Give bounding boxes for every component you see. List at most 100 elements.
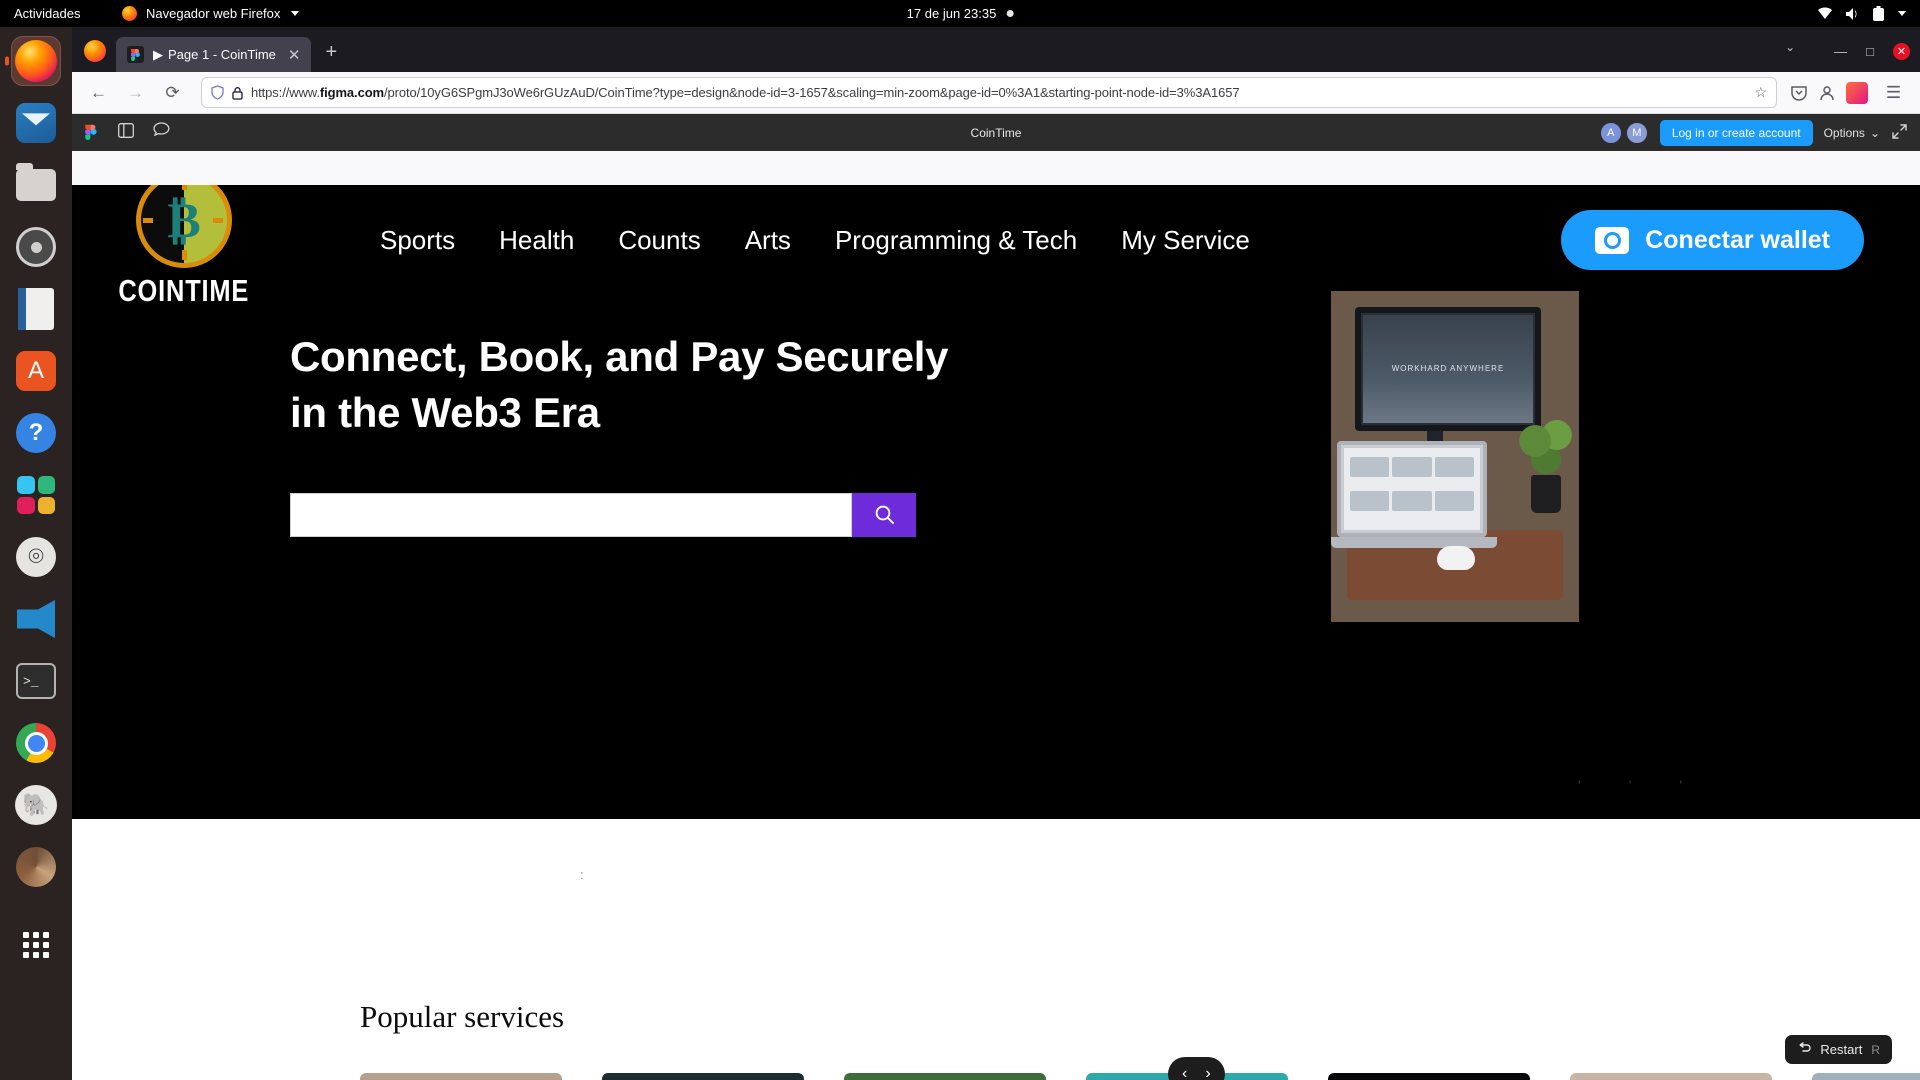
carousel-next-button[interactable]: › xyxy=(1205,1065,1210,1080)
reload-button[interactable]: ⟳ xyxy=(157,77,188,108)
url-domain: figma.com xyxy=(319,85,385,100)
menu-item-my-service[interactable]: My Service xyxy=(1099,225,1272,256)
restart-label: Restart xyxy=(1820,1042,1863,1057)
section-title: Popular services xyxy=(360,999,565,1034)
avatar[interactable]: A xyxy=(1598,120,1623,145)
monitor-screen-text: WORKHARD ANYWHERE xyxy=(1363,315,1533,423)
navigation-toolbar: ← → ⟳ https://www.figma.com/proto/10yG6S… xyxy=(72,72,1920,114)
login-or-create-account-button[interactable]: Log in or create account xyxy=(1659,119,1813,146)
account-icon[interactable] xyxy=(1818,84,1836,102)
system-indicators[interactable] xyxy=(1817,6,1906,21)
carousel-prev-button[interactable]: ‹ xyxy=(1182,1065,1187,1080)
active-app-menu[interactable]: Navegador web Firefox xyxy=(122,6,300,21)
extension-icon[interactable] xyxy=(1846,81,1868,104)
recording-indicator-icon xyxy=(1006,10,1014,17)
dock-item-github[interactable]: ⌾ xyxy=(11,532,61,582)
dock-item-show-apps[interactable] xyxy=(11,920,61,970)
wallet-icon xyxy=(1595,226,1630,254)
service-card[interactable]: Veterinarian xyxy=(602,1073,804,1080)
menu-item-health[interactable]: Health xyxy=(477,225,596,256)
grid-apps-icon xyxy=(23,932,49,958)
dock-item-slack[interactable] xyxy=(11,470,61,520)
dock-item-terminal[interactable]: >_ xyxy=(11,656,61,706)
dock-item-thunderbird[interactable] xyxy=(11,98,61,148)
hero-text-block: Connect, Book, and Pay Securely in the W… xyxy=(124,295,1124,537)
sidebar-toggle-icon[interactable] xyxy=(118,122,134,143)
restart-prototype-button[interactable]: Restart R xyxy=(1785,1035,1892,1064)
menu-item-counts[interactable]: Counts xyxy=(596,225,722,256)
thunderbird-icon xyxy=(16,103,56,143)
dock-item-chrome[interactable] xyxy=(11,718,61,768)
dock-item-ubuntu-software[interactable]: A xyxy=(11,346,61,396)
dock-item-vscode[interactable] xyxy=(11,594,61,644)
new-tab-button[interactable]: + xyxy=(325,41,337,64)
brand-logo[interactable]: ₿ COINTIME xyxy=(119,185,249,309)
wifi-icon xyxy=(1818,7,1832,20)
dock-item-help[interactable]: ? xyxy=(11,408,61,458)
site-navbar: ₿ COINTIME Sports Health Counts Arts Pro… xyxy=(72,185,1920,308)
fullscreen-icon[interactable] xyxy=(1891,123,1908,143)
band-marker: : xyxy=(580,867,586,882)
menu-item-arts[interactable]: Arts xyxy=(723,225,813,256)
active-app-label: Navegador web Firefox xyxy=(146,6,281,21)
avatar[interactable]: M xyxy=(1624,120,1649,145)
forward-button[interactable]: → xyxy=(120,77,151,108)
hero-dot[interactable]: ' xyxy=(1679,777,1682,793)
dock-item-postgresql[interactable]: 🐘 xyxy=(11,780,61,830)
rhythmbox-icon xyxy=(16,227,56,267)
bookmark-star-icon[interactable]: ☆ xyxy=(1754,84,1767,101)
figma-toolbar-left xyxy=(84,122,170,143)
tab-bar: ▶ Page 1 - CoinTime ✕ + ⌄ — □ ✕ xyxy=(72,27,1920,72)
search-input[interactable] xyxy=(290,492,852,537)
close-window-button[interactable]: ✕ xyxy=(1893,43,1910,60)
hero-dot[interactable]: ' xyxy=(1629,777,1632,793)
hero-dot[interactable]: ' xyxy=(1578,777,1581,793)
minimize-button[interactable]: — xyxy=(1834,44,1847,59)
search-button[interactable] xyxy=(852,492,916,537)
service-card[interactable] xyxy=(360,1073,562,1080)
prototype-canvas: ₿ COINTIME Sports Health Counts Arts Pro… xyxy=(72,185,1920,1080)
lock-icon xyxy=(232,86,243,100)
service-card[interactable] xyxy=(1328,1073,1530,1080)
browser-tab[interactable]: ▶ Page 1 - CoinTime ✕ xyxy=(116,37,312,72)
firefox-icon xyxy=(15,40,57,82)
url-bar[interactable]: https://www.figma.com/proto/10yG6SPgmJ3o… xyxy=(201,77,1777,108)
clock[interactable]: 17 de jun 23:35 xyxy=(907,6,1014,21)
maximize-button[interactable]: □ xyxy=(1866,44,1874,59)
laptop-graphic xyxy=(1337,441,1487,537)
dock-item-files[interactable] xyxy=(11,160,61,210)
tab-title: ▶ Page 1 - CoinTime xyxy=(153,47,276,63)
figma-logo-icon[interactable] xyxy=(84,123,99,142)
help-icon: ? xyxy=(16,413,56,453)
figma-prototype-toolbar: CoinTime A M Log in or create account Op… xyxy=(72,114,1920,151)
service-card[interactable] xyxy=(1812,1073,1920,1080)
firefox-window: ▶ Page 1 - CoinTime ✕ + ⌄ — □ ✕ ← → ⟳ ht… xyxy=(72,27,1920,1080)
menu-item-sports[interactable]: Sports xyxy=(358,225,477,256)
list-all-tabs-icon[interactable]: ⌄ xyxy=(1785,40,1795,54)
dock-item-firefox[interactable] xyxy=(11,36,61,86)
dock-item-gimp[interactable] xyxy=(11,842,61,892)
dock-item-rhythmbox[interactable] xyxy=(11,222,61,272)
comment-icon[interactable] xyxy=(153,122,170,143)
hero-carousel-dots[interactable]: ' ' ' xyxy=(1578,777,1682,793)
github-icon: ⌾ xyxy=(16,537,56,577)
app-menu-button[interactable]: ☰ xyxy=(1878,77,1909,108)
service-card[interactable] xyxy=(844,1073,1046,1080)
connect-wallet-button[interactable]: Conectar wallet xyxy=(1561,210,1864,270)
bitcoin-symbol-icon: ₿ xyxy=(167,191,201,248)
dock-item-libreoffice-writer[interactable] xyxy=(11,284,61,334)
chevron-down-icon xyxy=(1898,11,1906,16)
menu-item-programming-tech[interactable]: Programming & Tech xyxy=(813,225,1099,256)
back-button[interactable]: ← xyxy=(83,77,114,108)
ubuntu-software-icon: A xyxy=(16,351,56,391)
tab-close-icon[interactable]: ✕ xyxy=(285,46,304,64)
options-button[interactable]: Options ⌄ xyxy=(1824,126,1880,140)
activities-button[interactable]: Actividades xyxy=(14,6,80,21)
pocket-icon[interactable] xyxy=(1790,84,1808,102)
hero-title-line2: in the Web3 Era xyxy=(290,388,600,436)
service-card[interactable] xyxy=(1570,1073,1772,1080)
tab-title-text: Page 1 - CoinTime xyxy=(168,47,276,62)
popular-services-section: Popular services Veterinarian ‹ › xyxy=(72,999,1920,1080)
figma-favicon-icon xyxy=(127,46,144,63)
battery-icon xyxy=(1873,6,1884,21)
